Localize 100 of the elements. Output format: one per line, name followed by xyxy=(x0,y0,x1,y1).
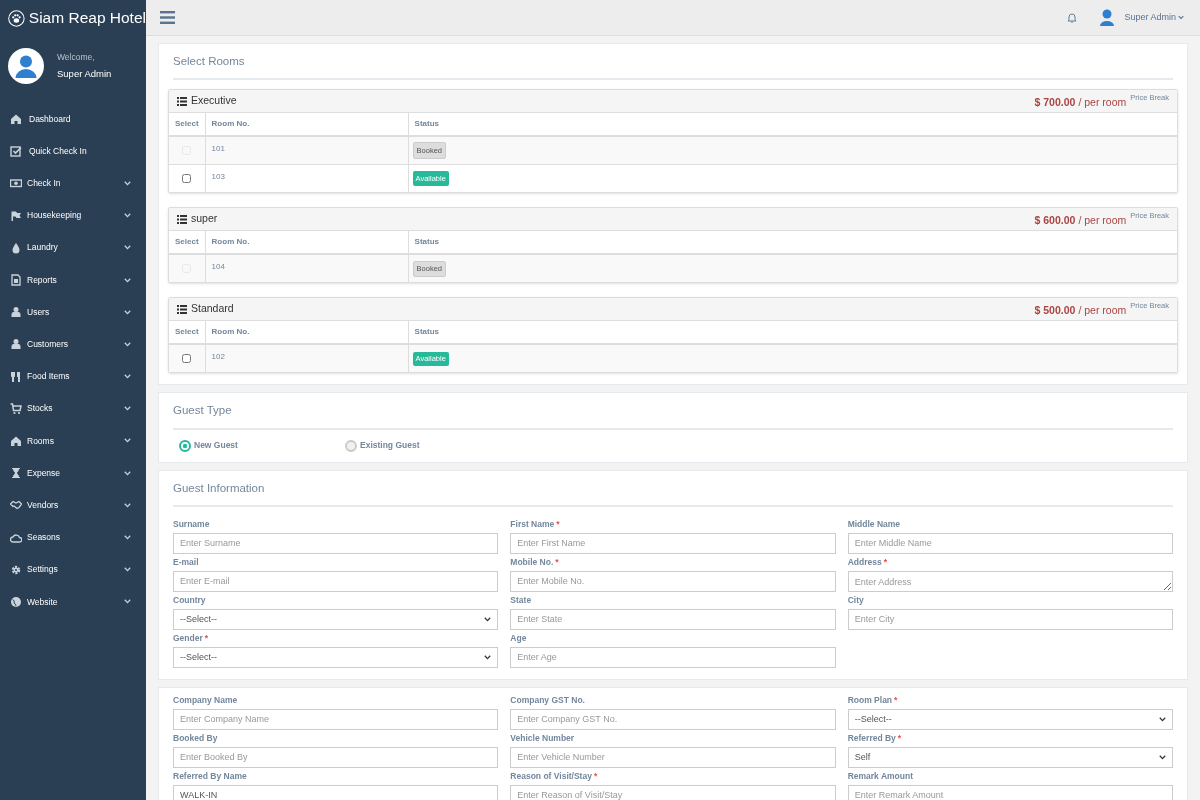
field-label: Booked By xyxy=(173,732,218,745)
field-label: Gender xyxy=(173,632,203,645)
sidebar-item[interactable]: Check In xyxy=(0,167,146,200)
list-icon xyxy=(177,214,187,224)
chevron-down-icon xyxy=(484,616,492,622)
sidebar-item[interactable]: Vendors xyxy=(0,489,146,522)
sidebar-item[interactable]: Users xyxy=(0,296,146,329)
sidebar-item[interactable]: Quick Check In xyxy=(0,135,146,168)
field-label: E-mail xyxy=(173,556,199,569)
utensils-icon xyxy=(10,370,22,383)
section-title: Select Rooms xyxy=(173,44,1173,81)
user-icon xyxy=(10,306,22,319)
column-header: Select xyxy=(169,113,206,137)
select-field[interactable]: --Select-- xyxy=(173,608,499,630)
bell-icon[interactable] xyxy=(1067,12,1078,23)
field-label: Referred By Name xyxy=(173,770,247,783)
input-field[interactable]: Enter Remark Amount xyxy=(847,784,1173,800)
input-field[interactable]: Enter E-mail xyxy=(173,570,499,592)
user-avatar-icon[interactable] xyxy=(1099,9,1116,26)
input-field[interactable]: Enter Reason of Visit/Stay xyxy=(510,784,836,800)
column-header: Status xyxy=(408,231,1177,255)
input-field[interactable]: Enter Middle Name xyxy=(847,532,1173,554)
flag-icon xyxy=(10,209,22,222)
chevron-down-icon xyxy=(1178,15,1184,20)
field-label: State xyxy=(510,594,532,607)
sidebar-item[interactable]: Settings xyxy=(0,553,146,586)
checkbox-icon xyxy=(10,145,22,158)
drop-icon xyxy=(10,241,22,254)
sidebar-item[interactable]: Housekeeping xyxy=(0,199,146,232)
radio-option[interactable]: New Guest xyxy=(179,439,345,452)
field-label: Middle Name xyxy=(847,518,901,531)
input-field[interactable]: Enter Vehicle Number xyxy=(510,746,836,768)
sidebar-item[interactable]: Website xyxy=(0,585,146,618)
chevron-down-icon xyxy=(124,567,131,573)
price-unit: / per room xyxy=(1078,213,1127,229)
chevron-down-icon xyxy=(124,245,131,251)
banknote-icon xyxy=(10,177,22,190)
select-field[interactable]: --Select-- xyxy=(173,646,499,668)
input-field[interactable]: Enter Surname xyxy=(173,532,499,554)
sidebar-item[interactable]: Laundry xyxy=(0,231,146,264)
input-field[interactable]: Enter First Name xyxy=(510,532,836,554)
column-header: Select xyxy=(169,321,206,345)
sidebar-item[interactable]: Rooms xyxy=(0,424,146,458)
profile-name: Super Admin xyxy=(57,67,112,82)
input-field[interactable]: WALK-IN xyxy=(173,784,499,800)
home-icon xyxy=(10,434,22,447)
field-label: Vehicle Number xyxy=(510,732,575,745)
column-header: Room No. xyxy=(205,321,409,345)
room-type-name: super xyxy=(191,211,219,227)
user-icon xyxy=(10,338,22,351)
list-icon xyxy=(177,96,187,106)
textarea-field[interactable]: Enter Address xyxy=(847,570,1173,592)
chevron-down-icon xyxy=(124,438,131,444)
required-mark: * xyxy=(204,632,209,645)
input-field[interactable]: Enter Age xyxy=(510,646,836,668)
chevron-down-icon xyxy=(124,406,131,412)
radio-option[interactable]: Existing Guest xyxy=(345,439,511,452)
room-price: $ 500.00 xyxy=(1034,303,1076,319)
field-label: Country xyxy=(173,594,206,607)
select-field[interactable]: Self xyxy=(847,746,1173,768)
user-menu[interactable]: Super Admin xyxy=(1124,10,1184,25)
column-header: Room No. xyxy=(205,113,409,137)
sidebar-item[interactable]: Food Items xyxy=(0,360,146,393)
sidebar-item[interactable]: Reports xyxy=(0,263,146,297)
input-field[interactable]: Enter Booked By xyxy=(173,746,499,768)
sidebar-item[interactable]: Dashboard xyxy=(0,103,146,136)
paw-logo-icon xyxy=(8,7,25,29)
column-header: Status xyxy=(408,321,1177,345)
room-type-name: Executive xyxy=(191,93,238,109)
sidebar-item[interactable]: Expense xyxy=(0,457,146,490)
sidebar-item[interactable]: Stocks xyxy=(0,392,146,425)
input-field[interactable]: Enter Mobile No. xyxy=(510,570,836,592)
menu-icon[interactable] xyxy=(160,11,175,24)
field-label: Company Name xyxy=(173,694,238,707)
room-checkbox[interactable] xyxy=(182,173,192,183)
document-icon xyxy=(10,274,22,287)
sidebar-item[interactable]: Seasons xyxy=(0,521,146,554)
field-label: City xyxy=(847,594,864,607)
field-label: Address xyxy=(847,556,882,569)
required-mark: * xyxy=(894,694,898,707)
chevron-down-icon xyxy=(124,341,131,347)
input-field[interactable]: Enter State xyxy=(510,608,836,630)
field-label: Company GST No. xyxy=(510,694,585,707)
input-field[interactable]: Enter City xyxy=(847,608,1173,630)
table-cell: 102 xyxy=(205,344,409,373)
app-title[interactable]: Siam Reap Hotel xyxy=(28,6,146,30)
profile-avatar-icon xyxy=(8,48,44,84)
column-header: Status xyxy=(408,113,1177,137)
input-field[interactable]: Enter Company GST No. xyxy=(510,708,836,730)
sidebar-item[interactable]: Customers xyxy=(0,328,146,361)
price-unit: / per room xyxy=(1078,95,1127,111)
chevron-down-icon xyxy=(124,470,131,476)
input-field[interactable]: Enter Company Name xyxy=(173,708,499,730)
field-label: Surname xyxy=(173,518,210,531)
column-header: Room No. xyxy=(205,231,409,255)
room-checkbox[interactable] xyxy=(182,354,192,364)
chevron-down-icon xyxy=(124,502,131,508)
required-mark: * xyxy=(556,518,560,531)
select-field[interactable]: --Select-- xyxy=(847,708,1173,730)
field-label: Mobile No. xyxy=(510,556,554,569)
